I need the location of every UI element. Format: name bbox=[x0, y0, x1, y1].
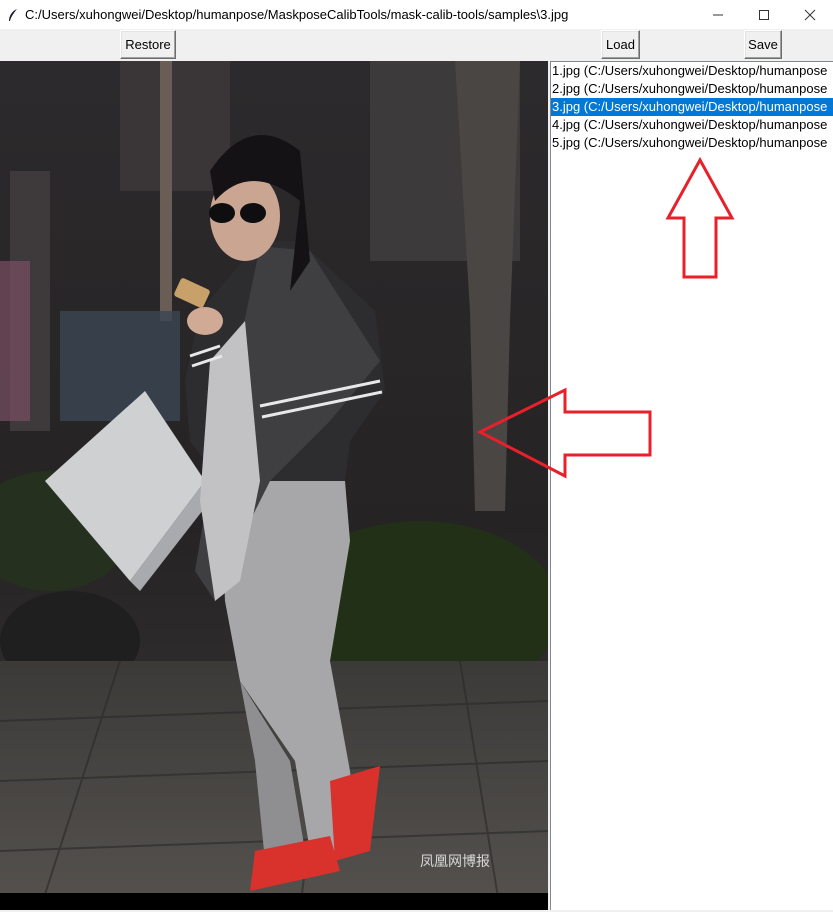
maximize-button[interactable] bbox=[741, 0, 787, 29]
load-button[interactable]: Load bbox=[601, 30, 640, 59]
window-title: C:/Users/xuhongwei/Desktop/humanpose/Mas… bbox=[25, 7, 569, 22]
minimize-icon bbox=[713, 14, 723, 15]
list-item[interactable]: 2.jpg (C:/Users/xuhongwei/Desktop/humanp… bbox=[551, 80, 833, 98]
minimize-button[interactable] bbox=[695, 0, 741, 29]
feather-app-icon bbox=[9, 8, 17, 21]
list-item[interactable]: 5.jpg (C:/Users/xuhongwei/Desktop/humanp… bbox=[551, 134, 833, 152]
toolbar: Restore Load Save bbox=[0, 29, 833, 60]
list-item[interactable]: 1.jpg (C:/Users/xuhongwei/Desktop/humanp… bbox=[551, 62, 833, 80]
list-item[interactable]: 4.jpg (C:/Users/xuhongwei/Desktop/humanp… bbox=[551, 116, 833, 134]
app-window: C:/Users/xuhongwei/Desktop/humanpose/Mas… bbox=[0, 0, 833, 912]
list-item-selected[interactable]: 3.jpg (C:/Users/xuhongwei/Desktop/humanp… bbox=[551, 98, 833, 116]
save-button[interactable]: Save bbox=[744, 30, 782, 59]
close-button[interactable] bbox=[787, 0, 833, 29]
photo-watermark: 凤凰网博报 bbox=[420, 853, 490, 870]
image-canvas[interactable]: 凤凰网博报 bbox=[0, 61, 548, 910]
close-icon bbox=[804, 9, 816, 20]
photo-street-scene: 凤凰网博报 bbox=[0, 61, 548, 910]
file-listbox[interactable]: 1.jpg (C:/Users/xuhongwei/Desktop/humanp… bbox=[550, 61, 833, 910]
restore-button[interactable]: Restore bbox=[120, 30, 176, 59]
maximize-icon bbox=[759, 9, 769, 20]
title-bar[interactable]: C:/Users/xuhongwei/Desktop/humanpose/Mas… bbox=[0, 0, 833, 29]
